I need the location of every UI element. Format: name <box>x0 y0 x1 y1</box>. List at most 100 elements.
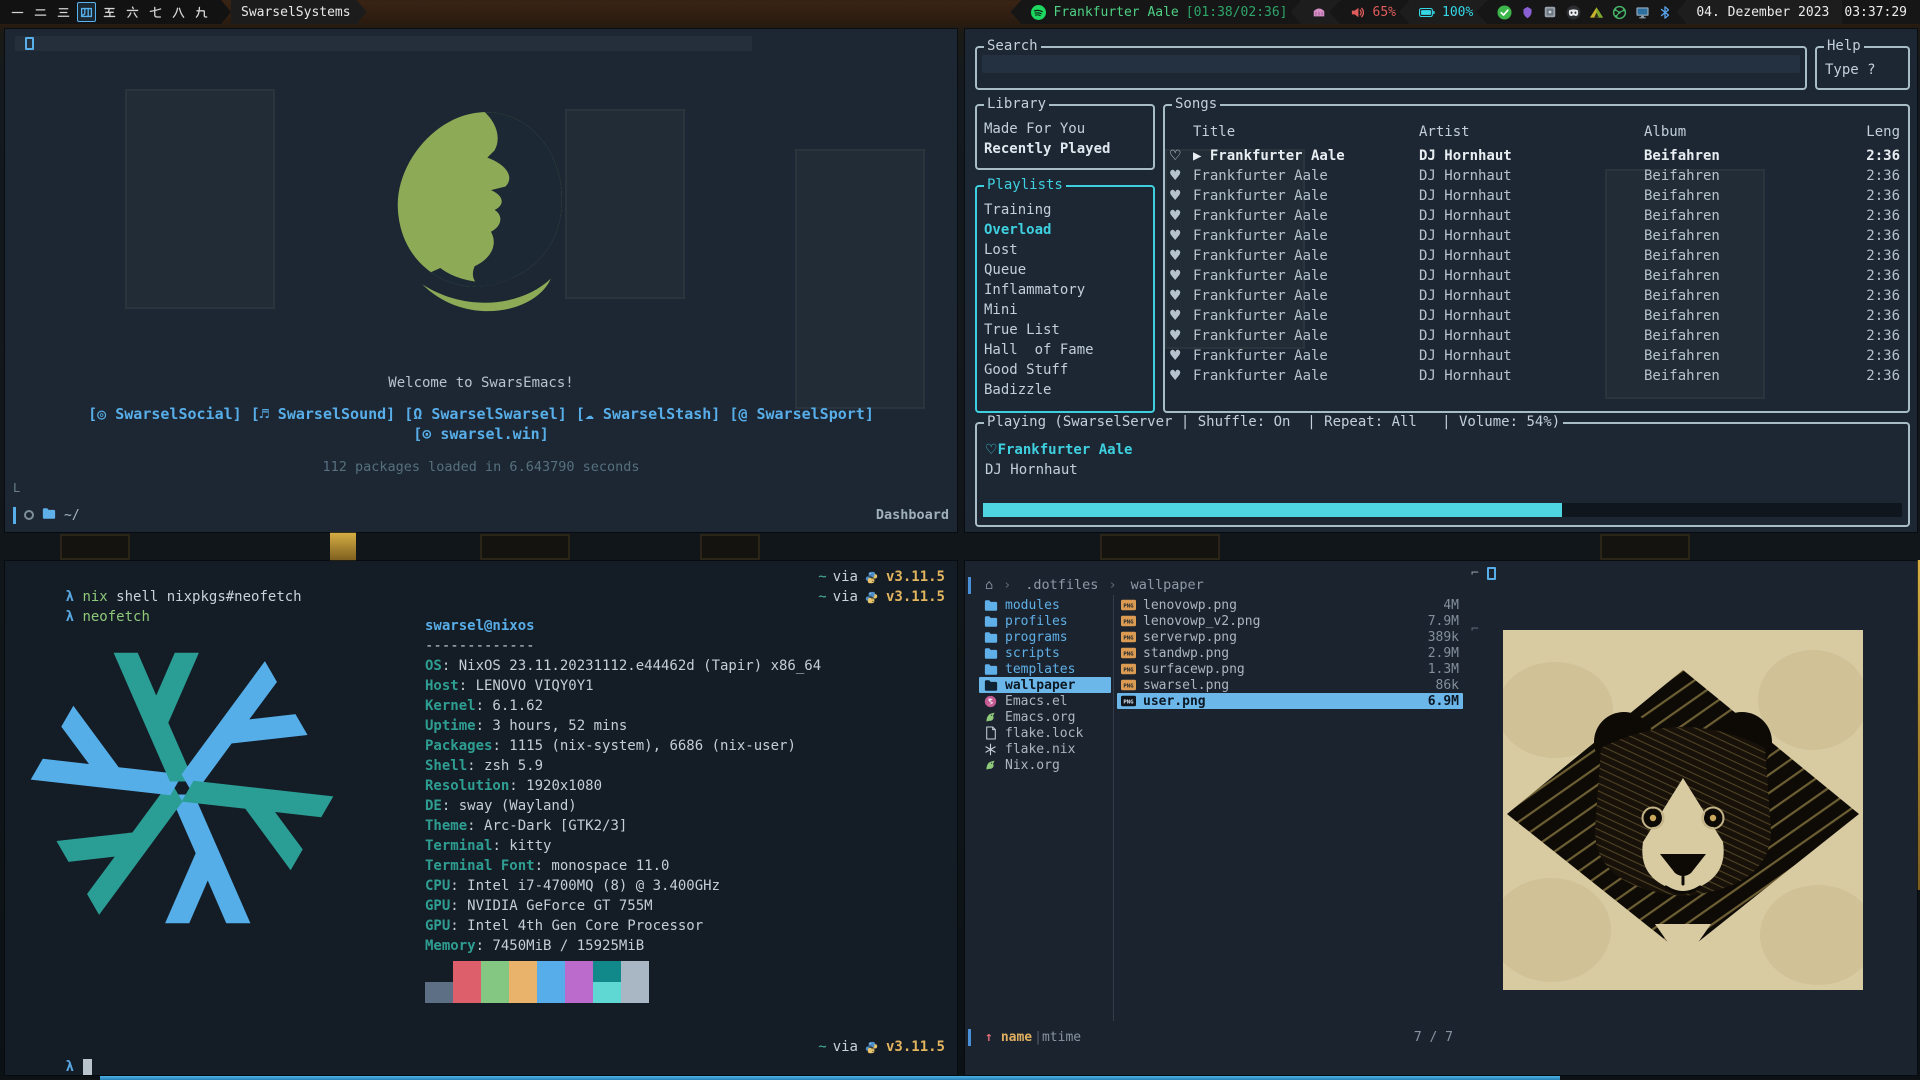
seek-bar[interactable] <box>983 503 1902 517</box>
heart-icon[interactable]: ♥ <box>1169 366 1193 386</box>
workspace-item[interactable] <box>8 2 27 22</box>
song-row[interactable]: ♥Frankfurter AaleDJ HornhautBeifahren2:3… <box>1165 206 1908 226</box>
playlist-item[interactable]: Hall of Fame <box>984 340 1150 360</box>
workspace-item[interactable] <box>169 2 188 22</box>
shield-icon[interactable] <box>1519 4 1535 20</box>
directory-row[interactable]: flake.nix <box>979 741 1111 757</box>
heart-icon[interactable]: ♥ <box>1169 306 1193 326</box>
heart-icon[interactable]: ♥ <box>1169 186 1193 206</box>
heart-icon[interactable]: ♡ <box>1169 146 1193 166</box>
emacs-dashboard-window[interactable]: Welcome to SwarsEmacs! [◎ SwarselSocial]… <box>5 29 957 532</box>
workspace-item[interactable] <box>123 2 142 22</box>
file-manager-window[interactable]: ⌐ ⌐ ⌂ › .dotfiles › wallpaper modulespro… <box>965 561 1917 1075</box>
syncthing-icon[interactable] <box>1611 4 1627 20</box>
directory-row[interactable]: scripts <box>979 645 1111 661</box>
playlist-item[interactable]: Lost <box>984 240 1150 260</box>
workspace-item[interactable] <box>54 2 73 22</box>
search-input[interactable] <box>982 55 1800 73</box>
directory-row[interactable]: Emacs.el <box>979 693 1111 709</box>
file-row[interactable]: PNGstandwp.png2.9M <box>1117 645 1463 661</box>
discord-icon[interactable] <box>1565 4 1581 20</box>
dashboard-button-swarselsport[interactable]: [@ SwarselSport] <box>729 405 874 423</box>
workspace-item[interactable] <box>146 2 165 22</box>
home-icon[interactable]: ⌂ <box>985 577 993 593</box>
volume-widget[interactable]: 65% <box>1330 0 1409 24</box>
playlist-item[interactable]: Badizzle <box>984 380 1150 400</box>
directory-row[interactable]: profiles <box>979 613 1111 629</box>
song-row[interactable]: ♥Frankfurter AaleDJ HornhautBeifahren2:3… <box>1165 226 1908 246</box>
playlist-item[interactable]: Overload <box>984 220 1150 240</box>
heart-icon[interactable]: ♥ <box>1169 326 1193 346</box>
playlist-item[interactable]: Good Stuff <box>984 360 1150 380</box>
workspace-item[interactable] <box>100 2 119 22</box>
song-row[interactable]: ♥Frankfurter AaleDJ HornhautBeifahren2:3… <box>1165 246 1908 266</box>
file-row[interactable]: PNGserverwp.png389k <box>1117 629 1463 645</box>
song-row[interactable]: ♥Frankfurter AaleDJ HornhautBeifahren2:3… <box>1165 286 1908 306</box>
dashboard-button-swarselsound[interactable]: [♬ SwarselSound] <box>251 405 396 423</box>
heart-icon[interactable]: ♥ <box>1169 226 1193 246</box>
library-item[interactable]: Recently Played <box>984 139 1150 159</box>
terminal-window[interactable]: λ nix shell nixpkgs#neofetch λ neofetch … <box>5 561 957 1075</box>
date-widget[interactable]: 04. Dezember 2023 <box>1676 0 1842 24</box>
song-row[interactable]: ♥Frankfurter AaleDJ HornhautBeifahren2:3… <box>1165 346 1908 366</box>
song-album: Beifahren <box>1644 146 1846 166</box>
song-row[interactable]: ♥Frankfurter AaleDJ HornhautBeifahren2:3… <box>1165 306 1908 326</box>
file-row[interactable]: PNGuser.png6.9M <box>1117 693 1463 709</box>
heart-icon[interactable]: ♥ <box>1169 166 1193 186</box>
file-row[interactable]: PNGswarsel.png86k <box>1117 677 1463 693</box>
playlist-item[interactable]: True List <box>984 320 1150 340</box>
directory-row[interactable]: wallpaper <box>979 677 1111 693</box>
file-row[interactable]: PNGsurfacewp.png1.3M <box>1117 661 1463 677</box>
song-row[interactable]: ♥Frankfurter AaleDJ HornhautBeifahren2:3… <box>1165 186 1908 206</box>
bluetooth-icon[interactable] <box>1657 4 1673 20</box>
workspace-item[interactable] <box>192 2 211 22</box>
heart-icon[interactable]: ♥ <box>1169 246 1193 266</box>
dashboard-button-swarselsocial[interactable]: [◎ SwarselSocial] <box>88 405 242 423</box>
dashboard-button-swarselswarsel[interactable]: [Ω SwarselSwarsel] <box>404 405 567 423</box>
playlist-item[interactable]: Inflammatory <box>984 280 1150 300</box>
directory-row[interactable]: templates <box>979 661 1111 677</box>
sort-field-alt[interactable]: mtime <box>1042 1030 1081 1045</box>
file-row[interactable]: PNGlenovowp.png4M <box>1117 597 1463 613</box>
display-icon[interactable] <box>1634 4 1650 20</box>
heart-icon[interactable]: ♥ <box>1169 346 1193 366</box>
library-item[interactable]: Made For You <box>984 119 1150 139</box>
heart-icon[interactable]: ♡ <box>985 442 998 458</box>
sort-field[interactable]: name <box>1001 1030 1032 1045</box>
playlist-item[interactable]: Mini <box>984 300 1150 320</box>
sort-direction-icon[interactable]: ↑ <box>985 1030 993 1045</box>
palette-swatch <box>537 961 565 982</box>
directory-row[interactable]: programs <box>979 629 1111 645</box>
heart-icon[interactable]: ♥ <box>1169 206 1193 226</box>
song-row[interactable]: ♥Frankfurter AaleDJ HornhautBeifahren2:3… <box>1165 266 1908 286</box>
clock-widget[interactable]: 03:37:29 <box>1832 0 1920 24</box>
checkmark-icon[interactable] <box>1496 4 1512 20</box>
dashboard-button-swarsel-win[interactable]: [⊙ swarsel.win] <box>413 425 548 443</box>
song-row[interactable]: ♥Frankfurter AaleDJ HornhautBeifahren2:3… <box>1165 366 1908 386</box>
directory-row[interactable]: modules <box>979 597 1111 613</box>
now-playing-widget[interactable]: Frankfurter Aale [01:38/02:36] <box>1011 0 1301 24</box>
neofetch-value: : Intel i7-4700MQ (8) @ 3.400GHz <box>450 878 720 894</box>
playlist-item[interactable]: Training <box>984 200 1150 220</box>
workspace-item[interactable] <box>31 2 50 22</box>
file-row[interactable]: PNGlenovowp_v2.png7.9M <box>1117 613 1463 629</box>
heart-icon[interactable]: ♥ <box>1169 266 1193 286</box>
vault-icon[interactable] <box>1542 4 1558 20</box>
heart-icon[interactable]: ♥ <box>1169 286 1193 306</box>
directory-row[interactable]: Nix.org <box>979 757 1111 773</box>
battery-widget[interactable]: 100% <box>1399 0 1486 24</box>
song-row[interactable]: ♡▶ Frankfurter AaleDJ HornhautBeifahren2… <box>1165 146 1908 166</box>
music-player-window[interactable]: Search Help Type ? Library Made For YouR… <box>965 29 1917 532</box>
directory-row[interactable]: flake.lock <box>979 725 1111 741</box>
song-row[interactable]: ♥Frankfurter AaleDJ HornhautBeifahren2:3… <box>1165 326 1908 346</box>
entry-name: programs <box>1005 630 1068 645</box>
shell-input-line[interactable]: λ <box>15 1037 92 1057</box>
workspace-item[interactable] <box>77 2 96 22</box>
song-row[interactable]: ♥Frankfurter AaleDJ HornhautBeifahren2:3… <box>1165 166 1908 186</box>
breadcrumb-segment[interactable]: .dotfiles <box>1025 577 1098 593</box>
dashboard-button-swarselstash[interactable]: [☁ SwarselStash] <box>576 405 721 423</box>
playlist-item[interactable]: Queue <box>984 260 1150 280</box>
directory-row[interactable]: Emacs.org <box>979 709 1111 725</box>
tent-icon[interactable] <box>1588 4 1604 20</box>
breadcrumb-segment[interactable]: wallpaper <box>1131 577 1204 593</box>
